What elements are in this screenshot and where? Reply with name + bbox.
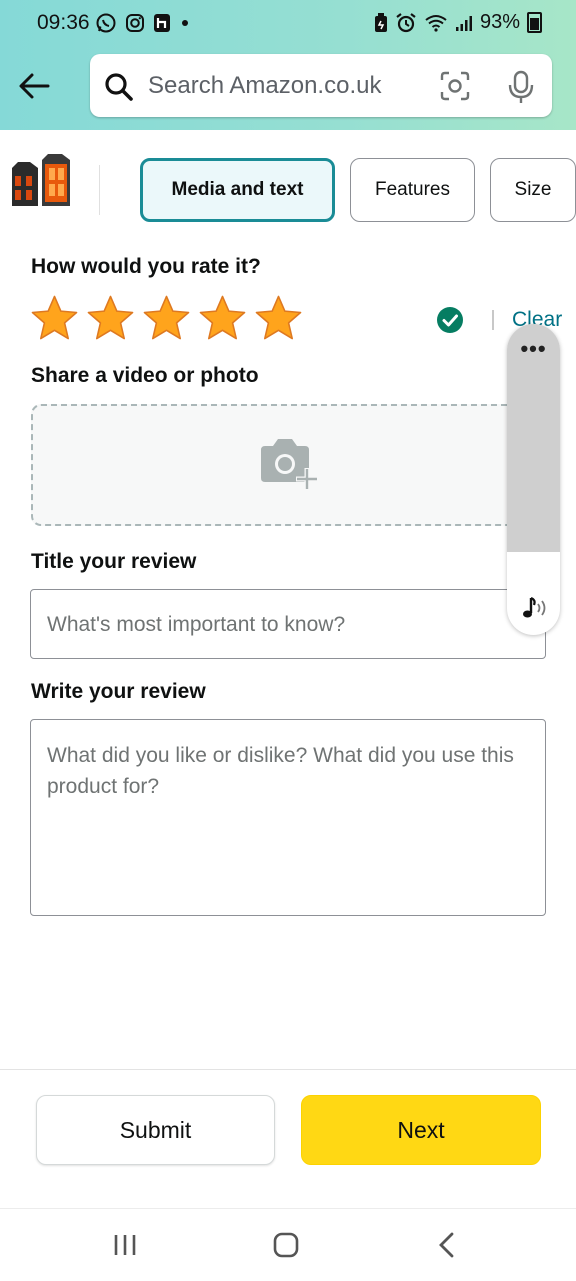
search-input[interactable]: Search Amazon.co.uk <box>148 72 381 100</box>
music-note-icon[interactable] <box>519 594 549 622</box>
dot-icon <box>182 20 188 26</box>
check-icon <box>437 307 463 333</box>
alarm-icon <box>396 12 416 32</box>
submit-button[interactable]: Submit <box>36 1095 275 1165</box>
tab-size[interactable]: Size <box>490 158 576 222</box>
review-body-placeholder: What did you like or dislike? What did y… <box>47 744 514 798</box>
back-icon[interactable] <box>436 1231 458 1259</box>
tab-media-and-text[interactable]: Media and text <box>140 158 335 222</box>
star-5-icon[interactable] <box>254 294 303 342</box>
back-arrow-button[interactable] <box>16 68 52 104</box>
instagram-icon <box>126 14 144 32</box>
search-icon <box>105 73 133 101</box>
star-1-icon[interactable] <box>30 294 79 342</box>
whatsapp-icon <box>96 13 116 33</box>
status-right-icons: 93% <box>374 11 542 34</box>
recent-apps-icon[interactable] <box>112 1232 138 1258</box>
media-label: Share a video or photo <box>31 364 259 387</box>
tab-features[interactable]: Features <box>350 158 475 222</box>
status-left-icons <box>95 12 191 34</box>
product-thumbnail[interactable] <box>8 150 72 212</box>
star-3-icon[interactable] <box>142 294 191 342</box>
microphone-icon[interactable] <box>508 70 534 104</box>
tabs-divider <box>99 165 100 215</box>
floating-media-panel[interactable]: ••• <box>507 324 560 635</box>
next-button[interactable]: Next <box>301 1095 541 1165</box>
footer-divider <box>0 1069 576 1070</box>
wifi-icon <box>425 14 447 32</box>
top-bar: 09:36 93% Search Amazon.co.uk <box>0 0 576 130</box>
review-label: Write your review <box>31 680 206 703</box>
media-upload-area[interactable] <box>31 404 551 526</box>
review-title-placeholder: What's most important to know? <box>47 613 346 636</box>
search-bar[interactable]: Search Amazon.co.uk <box>90 54 552 117</box>
back-arrow-icon <box>19 73 50 99</box>
home-icon[interactable] <box>272 1231 300 1259</box>
title-label: Title your review <box>31 550 197 573</box>
battery-icon <box>527 12 542 33</box>
camera-scan-icon[interactable] <box>440 71 470 101</box>
star-2-icon[interactable] <box>86 294 135 342</box>
signal-icon <box>455 15 472 31</box>
star-4-icon[interactable] <box>198 294 247 342</box>
add-photo-icon <box>261 439 318 490</box>
app-icon <box>154 14 170 32</box>
rating-label: How would you rate it? <box>31 255 261 278</box>
battery-saver-icon <box>374 12 387 32</box>
review-body-textarea[interactable]: What did you like or dislike? What did y… <box>30 719 546 916</box>
status-time: 09:36 <box>37 11 90 34</box>
star-rating[interactable] <box>30 294 303 342</box>
review-title-input[interactable]: What's most important to know? <box>30 589 546 659</box>
more-options-button[interactable]: ••• <box>507 336 560 362</box>
android-nav-bar <box>0 1208 576 1281</box>
clear-separator <box>492 310 494 330</box>
battery-percent: 93% <box>479 11 520 33</box>
